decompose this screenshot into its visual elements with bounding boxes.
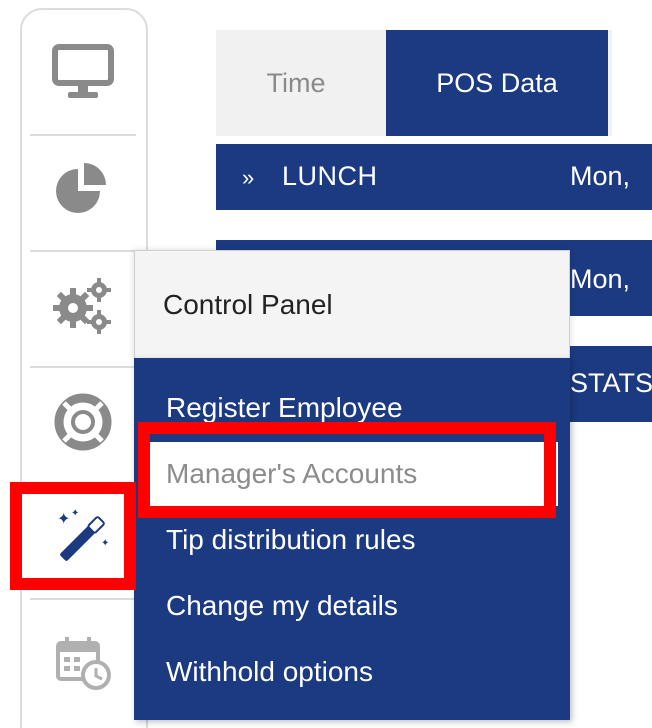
menu-item-managers-accounts[interactable]: Manager's Accounts — [148, 442, 558, 506]
sidebar-item-schedule[interactable] — [30, 612, 136, 712]
menu-item-register-employee[interactable]: Register Employee — [134, 376, 570, 440]
monitor-icon — [52, 44, 114, 98]
svg-text:✦: ✦ — [101, 538, 109, 549]
pie-chart-icon — [56, 163, 106, 213]
row-date: Mon, — [570, 161, 631, 191]
tab-pos-data[interactable]: POS Data — [386, 30, 608, 136]
sidebar-item-settings[interactable] — [30, 256, 136, 356]
sidebar-divider — [30, 250, 136, 252]
sidebar-item-magic-wand[interactable]: ✦ ✦ ✦ — [30, 486, 136, 586]
table-row-lunch[interactable]: » LUNCH Mon, — [216, 144, 652, 210]
row-stats: STATS — [570, 368, 652, 398]
sidebar-divider — [30, 366, 136, 368]
row-name: LUNCH — [282, 161, 378, 191]
menu-item-change-my-details[interactable]: Change my details — [134, 574, 570, 638]
menu-item-withhold-options[interactable]: Withhold options — [134, 640, 570, 704]
sidebar-item-support[interactable] — [30, 372, 136, 472]
svg-text:✦: ✦ — [71, 508, 79, 519]
sidebar-divider — [30, 134, 136, 136]
sidebar-item-monitor[interactable] — [30, 22, 136, 122]
tab-time[interactable]: Time — [216, 30, 376, 136]
magic-wand-icon: ✦ ✦ ✦ — [57, 508, 109, 561]
row-date: Mon, — [570, 264, 631, 294]
gears-icon — [53, 278, 111, 334]
control-panel-menu-header: Control Panel — [134, 250, 570, 358]
tab-strip-edge — [612, 30, 652, 136]
svg-text:✦: ✦ — [57, 509, 70, 528]
calendar-clock-icon — [56, 637, 111, 690]
lifebuoy-icon — [54, 393, 112, 451]
control-panel-menu: Register Employee Manager's Accounts Tip… — [134, 358, 570, 720]
chevron-down-icon: » — [242, 165, 255, 190]
menu-item-tip-distribution-rules[interactable]: Tip distribution rules — [134, 508, 570, 572]
sidebar-item-reports[interactable] — [30, 138, 136, 238]
app-stage: ✦ ✦ ✦ Time POS Data » LUNCH Mon, Mon, ST… — [0, 0, 652, 728]
sidebar-divider — [30, 598, 136, 600]
